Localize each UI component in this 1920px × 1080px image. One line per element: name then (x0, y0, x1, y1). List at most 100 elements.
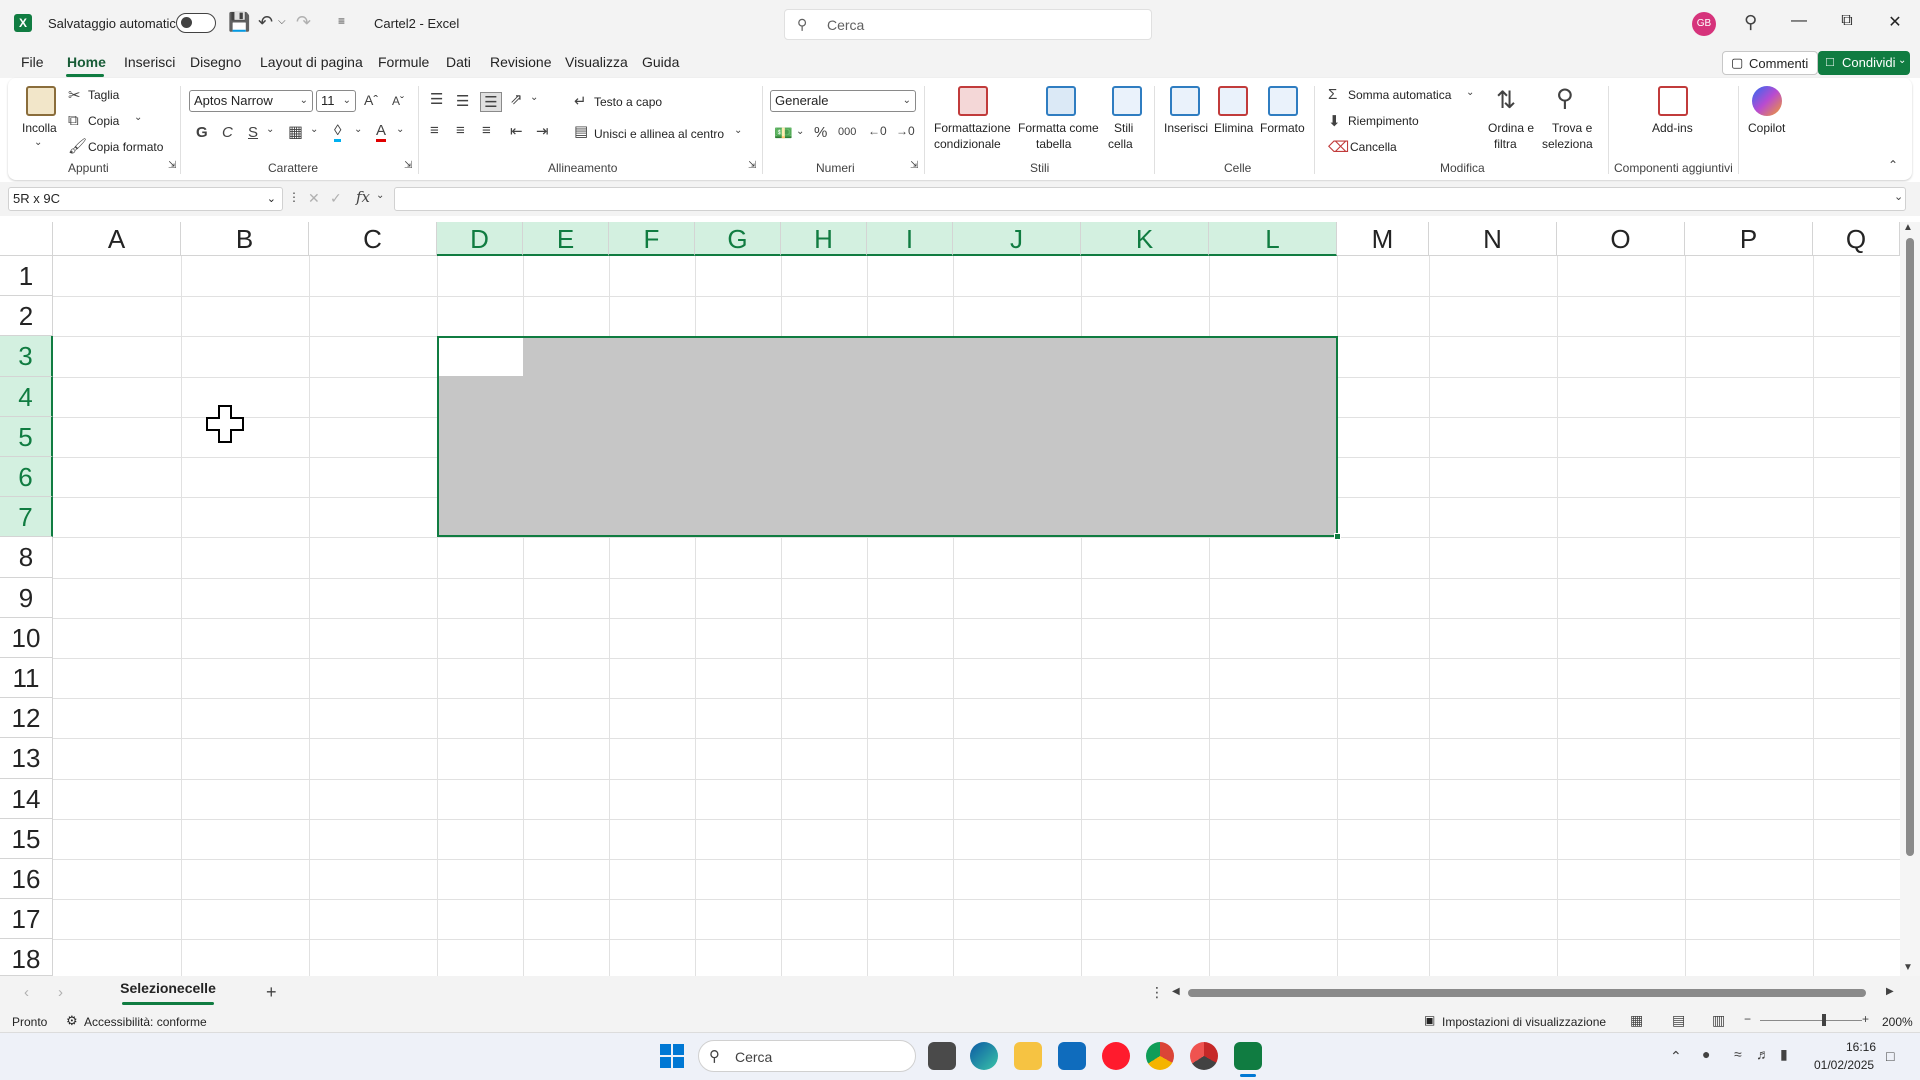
bold-button[interactable]: G (196, 124, 208, 141)
fill-handle[interactable] (1334, 533, 1341, 540)
dialog-launcher-icon[interactable]: ⇲ (748, 160, 756, 171)
zoom-out-icon[interactable]: − (1744, 1012, 1751, 1026)
format-painter-label[interactable]: Copia formato (88, 140, 163, 154)
name-box[interactable]: 5R x 9C ⌄ (8, 187, 283, 211)
fill-color-icon[interactable]: ◊ (334, 122, 342, 142)
column-header-e[interactable]: E (523, 222, 609, 256)
format-as-table-icon[interactable] (1046, 86, 1076, 116)
display-settings-link[interactable]: Impostazioni di visualizzazione (1442, 1015, 1606, 1029)
zoom-slider[interactable] (1760, 1020, 1862, 1021)
chevron-down-icon[interactable]: ⌄ (354, 124, 362, 135)
chevron-up-icon[interactable]: ⌃ (1670, 1048, 1682, 1065)
zoom-level[interactable]: 200% (1882, 1015, 1913, 1029)
italic-button[interactable]: C (222, 124, 233, 141)
windows-start-icon[interactable] (660, 1044, 684, 1068)
file-explorer-icon[interactable] (1014, 1042, 1042, 1070)
page-break-view-icon[interactable]: ▥ (1712, 1012, 1725, 1029)
copy-label[interactable]: Copia (88, 114, 119, 128)
formula-input[interactable] (394, 187, 1906, 211)
chevron-down-icon[interactable]: ⌄ (134, 112, 142, 123)
dialog-launcher-icon[interactable]: ⇲ (168, 160, 176, 171)
decrease-indent-icon[interactable]: ⇤ (510, 122, 523, 140)
increase-decimal-icon[interactable]: ←0 (868, 124, 887, 138)
row-header-12[interactable]: 12 (0, 698, 53, 739)
zoom-slider-thumb[interactable] (1822, 1014, 1826, 1026)
clock-time[interactable]: 16:16 (1836, 1040, 1876, 1054)
underline-button[interactable]: S (248, 124, 258, 141)
insert-cells-icon[interactable] (1170, 86, 1200, 116)
tab-data[interactable]: Dati (446, 54, 471, 70)
row-header-9[interactable]: 9 (0, 577, 53, 618)
currency-icon[interactable]: 💵 (774, 124, 793, 142)
tab-insert[interactable]: Inserisci (124, 54, 175, 70)
edge-icon[interactable] (970, 1042, 998, 1070)
quick-access-customize-icon[interactable]: ≡ (338, 14, 345, 28)
row-header-6[interactable]: 6 (0, 457, 53, 498)
number-format-select[interactable]: Generale ⌄ (770, 90, 916, 112)
horizontal-scroll-thumb[interactable] (1188, 989, 1866, 997)
microphone-icon[interactable]: ● (1702, 1046, 1710, 1062)
dialog-launcher-icon[interactable]: ⇲ (404, 160, 412, 171)
font-color-icon[interactable]: A (376, 122, 387, 142)
collapse-ribbon-icon[interactable]: ⌃ (1888, 158, 1898, 172)
sort-filter-label[interactable]: Ordina e (1488, 121, 1534, 135)
minimize-button[interactable]: — (1776, 12, 1822, 30)
decrease-decimal-icon[interactable]: →0 (896, 124, 915, 138)
increase-indent-icon[interactable]: ⇥ (536, 122, 549, 140)
column-header-m[interactable]: M (1337, 222, 1429, 256)
percent-icon[interactable]: % (814, 124, 827, 141)
excel-taskbar-icon[interactable] (1234, 1042, 1262, 1070)
autosave-toggle[interactable] (176, 13, 216, 33)
scroll-left-icon[interactable]: ◀ (1172, 986, 1180, 997)
column-header-k[interactable]: K (1081, 222, 1209, 256)
row-header-4[interactable]: 4 (0, 376, 53, 417)
tab-draw[interactable]: Disegno (190, 54, 241, 70)
cell-styles-icon[interactable] (1112, 86, 1142, 116)
find-select-label-2[interactable]: seleziona (1542, 137, 1593, 151)
column-header-b[interactable]: B (181, 222, 309, 256)
sort-filter-icon[interactable]: ⇅ (1496, 86, 1516, 115)
zoom-in-icon[interactable]: + (1862, 1012, 1869, 1026)
search-box[interactable]: ⚲ Cerca (784, 9, 1152, 40)
tab-home[interactable]: Home (67, 54, 106, 70)
column-header-c[interactable]: C (309, 222, 437, 256)
align-right-icon[interactable]: ≡ (482, 122, 491, 139)
font-size-select[interactable]: 11 ⌄ (316, 90, 356, 112)
row-header-2[interactable]: 2 (0, 296, 53, 337)
share-button[interactable]: □ Condividi ⌄ (1818, 51, 1910, 75)
chrome-dev-icon[interactable] (1190, 1042, 1218, 1070)
thousands-icon[interactable]: 000 (838, 126, 856, 138)
find-select-icon[interactable]: ⚲ (1556, 84, 1574, 113)
active-cell[interactable] (439, 338, 523, 376)
paste-icon[interactable] (26, 86, 56, 116)
column-header-f[interactable]: F (609, 222, 695, 256)
expand-formula-icon[interactable]: ⌄ (1894, 190, 1903, 203)
sort-filter-label-2[interactable]: filtra (1494, 137, 1517, 151)
text-orientation-icon[interactable]: ⇗ (510, 90, 523, 108)
prev-sheet-icon[interactable]: ‹ (24, 984, 29, 1001)
format-as-table-label[interactable]: Formatta come (1018, 121, 1099, 135)
clear-label[interactable]: Cancella (1350, 140, 1397, 154)
chevron-down-icon[interactable]: ⌄ (734, 125, 742, 136)
format-cells-icon[interactable] (1268, 86, 1298, 116)
row-header-11[interactable]: 11 (0, 658, 53, 699)
tab-file[interactable]: File (21, 54, 44, 70)
redo-icon[interactable]: ↷ (296, 12, 311, 33)
chevron-down-icon[interactable]: ⌄ (34, 137, 42, 148)
select-all-corner[interactable] (0, 222, 53, 256)
column-header-n[interactable]: N (1429, 222, 1557, 256)
align-center-icon[interactable]: ≡ (456, 122, 465, 139)
tab-help[interactable]: Guida (642, 54, 679, 70)
task-view-icon[interactable] (928, 1042, 956, 1070)
chevron-down-icon[interactable]: ⌄ (1466, 87, 1474, 98)
save-icon[interactable]: 💾 (228, 12, 250, 33)
cut-label[interactable]: Taglia (88, 88, 119, 102)
row-header-8[interactable]: 8 (0, 537, 53, 578)
sheet-tab-selezionecelle[interactable]: Selezionecelle (110, 980, 226, 1004)
format-cells-label[interactable]: Formato (1260, 121, 1305, 135)
cell-styles-label-2[interactable]: cella (1108, 137, 1133, 151)
align-bottom-icon[interactable]: ☰ (480, 92, 502, 112)
scroll-right-icon[interactable]: ▶ (1886, 986, 1894, 997)
column-header-g[interactable]: G (695, 222, 781, 256)
chevron-down-icon[interactable]: ⌄ (796, 126, 804, 137)
